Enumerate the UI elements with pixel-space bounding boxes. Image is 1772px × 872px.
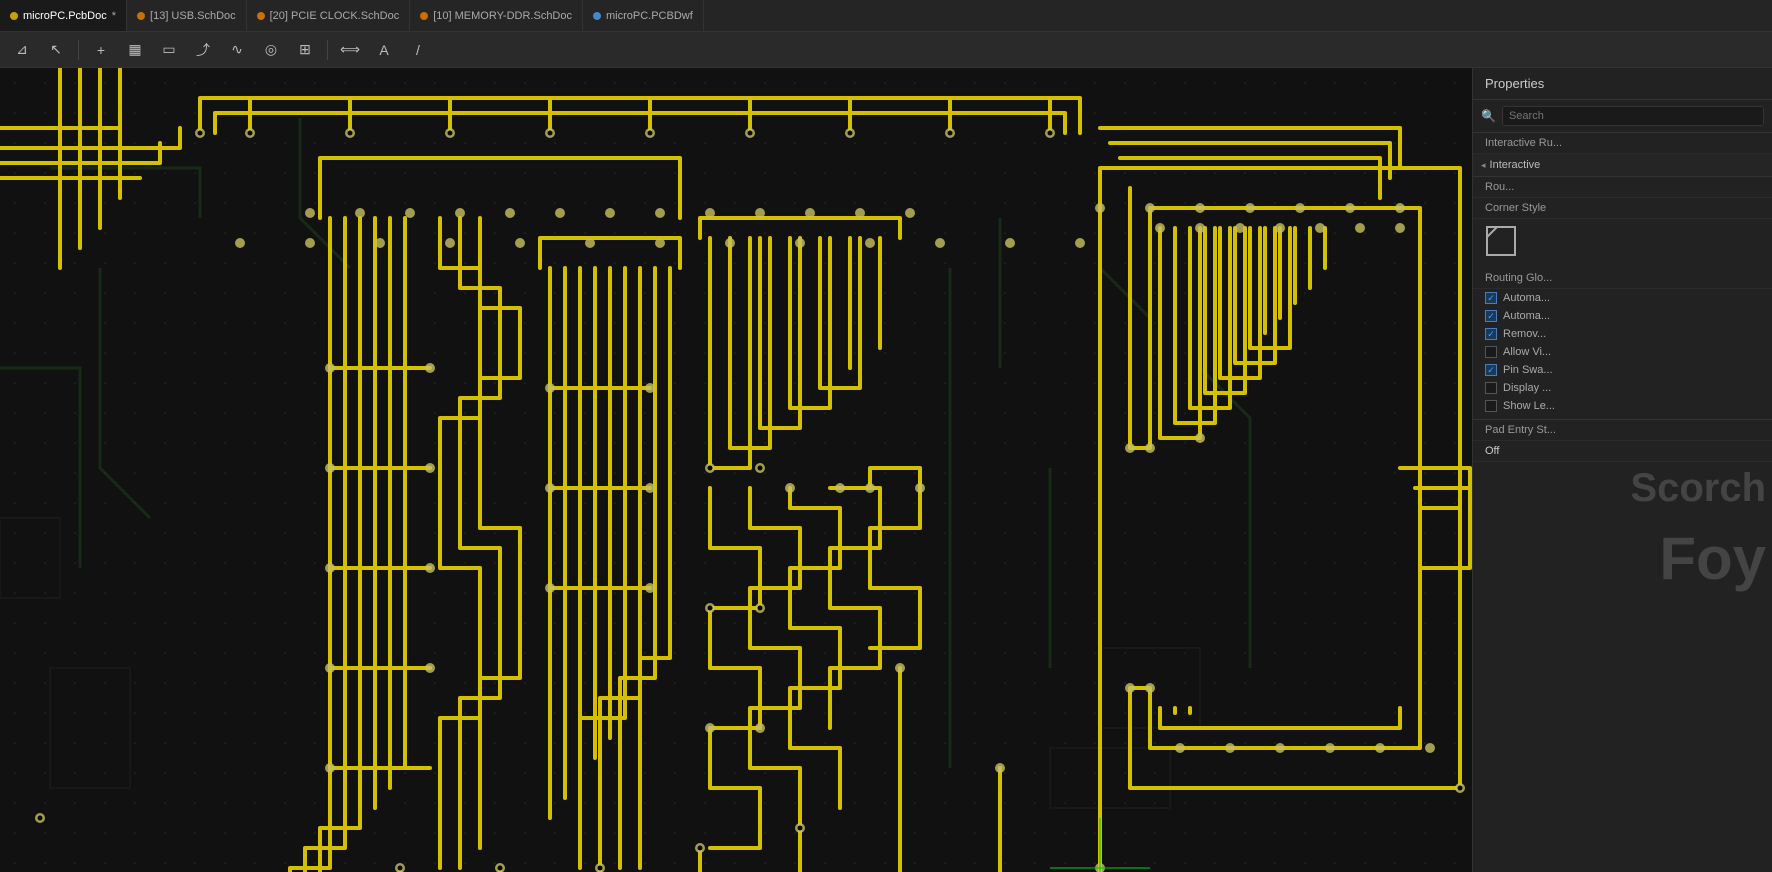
tool-select[interactable]: ↖ bbox=[42, 37, 70, 63]
checkbox-automate2[interactable]: ✓ Automa... bbox=[1473, 307, 1772, 325]
pad-entry-value: Off bbox=[1485, 445, 1499, 457]
label-pin-swap: Pin Swa... bbox=[1503, 364, 1553, 376]
tab-usb[interactable]: [13] USB.SchDoc bbox=[127, 0, 247, 31]
checkbox-display[interactable]: Display ... bbox=[1473, 379, 1772, 397]
check-remove: ✓ bbox=[1485, 328, 1497, 340]
routing-gloss-label: Routing Glo... bbox=[1485, 272, 1760, 284]
tab-pcbdoc[interactable]: microPC.PcbDoc * bbox=[0, 0, 127, 31]
tab-pcie[interactable]: [20] PCIE CLOCK.SchDoc bbox=[247, 0, 411, 31]
tab-dot-pcie bbox=[257, 12, 265, 20]
watermark-area: Scorch Foy bbox=[1473, 462, 1772, 872]
interactive-section-header[interactable]: ◂ Interactive bbox=[1473, 154, 1772, 177]
tool-rect[interactable]: ▭ bbox=[155, 37, 183, 63]
label-remove: Remov... bbox=[1503, 328, 1546, 340]
search-input[interactable] bbox=[1502, 106, 1764, 126]
tool-filter[interactable]: ⊿ bbox=[8, 37, 36, 63]
tab-pcbdwf[interactable]: microPC.PCBDwf bbox=[583, 0, 704, 31]
scorch-label: Scorch bbox=[1624, 462, 1772, 514]
tool-text[interactable]: A bbox=[370, 37, 398, 63]
label-automate1: Automa... bbox=[1503, 292, 1550, 304]
interactive-router-label: Interactive Ru... bbox=[1485, 137, 1760, 149]
checkbox-allow-via[interactable]: Allow Vi... bbox=[1473, 343, 1772, 361]
toolbar-separator-2 bbox=[327, 40, 328, 60]
tab-label-pcie: [20] PCIE CLOCK.SchDoc bbox=[270, 10, 400, 22]
pad-entry-value-row: Off bbox=[1473, 441, 1772, 462]
interactive-router-row: Interactive Ru... bbox=[1473, 133, 1772, 154]
tool-pad[interactable]: ⊞ bbox=[291, 37, 319, 63]
routing-gloss-row: Routing Glo... bbox=[1473, 268, 1772, 289]
checkbox-pin-swap[interactable]: ✓ Pin Swa... bbox=[1473, 361, 1772, 379]
tab-label-pcbdwf: microPC.PCBDwf bbox=[606, 10, 693, 22]
corner-style-box bbox=[1473, 219, 1772, 268]
pcb-svg bbox=[0, 68, 1472, 872]
toolbar-separator-1 bbox=[78, 40, 79, 60]
routing-mode-row: Rou... bbox=[1473, 177, 1772, 198]
label-allow-via: Allow Vi... bbox=[1503, 346, 1551, 358]
tool-route[interactable]: ∿ bbox=[223, 37, 251, 63]
routing-mode-label: Rou... bbox=[1485, 181, 1760, 193]
checkbox-remove[interactable]: ✓ Remov... bbox=[1473, 325, 1772, 343]
main-area: Properties 🔍 Interactive Ru... ◂ Interac… bbox=[0, 68, 1772, 872]
properties-panel: Properties 🔍 Interactive Ru... ◂ Interac… bbox=[1472, 68, 1772, 872]
check-automate2: ✓ bbox=[1485, 310, 1497, 322]
tool-wire[interactable]: ⤴ bbox=[189, 37, 217, 63]
tool-chart[interactable]: ▦ bbox=[121, 37, 149, 63]
label-display: Display ... bbox=[1503, 382, 1551, 394]
search-icon: 🔍 bbox=[1481, 109, 1496, 123]
check-pin-swap: ✓ bbox=[1485, 364, 1497, 376]
pad-entry-label: Pad Entry St... bbox=[1485, 424, 1760, 436]
check-automate1: ✓ bbox=[1485, 292, 1497, 304]
label-show-le: Show Le... bbox=[1503, 400, 1555, 412]
label-automate2: Automa... bbox=[1503, 310, 1550, 322]
chevron-icon: ◂ bbox=[1481, 160, 1486, 171]
tab-memory[interactable]: [10] MEMORY-DDR.SchDoc bbox=[410, 0, 583, 31]
corner-style-preview bbox=[1485, 225, 1517, 257]
toolbar: ⊿ ↖ + ▦ ▭ ⤴ ∿ ◎ ⊞ ⟺ A / bbox=[0, 32, 1772, 68]
tab-modified-pcbdoc: * bbox=[112, 10, 116, 22]
tool-line[interactable]: / bbox=[404, 37, 432, 63]
tab-bar: microPC.PcbDoc * [13] USB.SchDoc [20] PC… bbox=[0, 0, 1772, 32]
pcb-canvas[interactable] bbox=[0, 68, 1472, 872]
panel-title: Properties bbox=[1473, 68, 1772, 100]
pad-entry-row: Pad Entry St... bbox=[1473, 419, 1772, 441]
search-box: 🔍 bbox=[1473, 100, 1772, 133]
foy-label: Foy bbox=[1653, 522, 1772, 596]
tool-via[interactable]: ◎ bbox=[257, 37, 285, 63]
checkbox-automate1[interactable]: ✓ Automa... bbox=[1473, 289, 1772, 307]
tab-dot-usb bbox=[137, 12, 145, 20]
tab-dot-memory bbox=[420, 12, 428, 20]
tab-dot-pcbdwf bbox=[593, 12, 601, 20]
check-allow-via bbox=[1485, 346, 1497, 358]
tab-dot-pcbdoc bbox=[10, 12, 18, 20]
tool-add[interactable]: + bbox=[87, 37, 115, 63]
tab-label-usb: [13] USB.SchDoc bbox=[150, 10, 236, 22]
tab-label-memory: [10] MEMORY-DDR.SchDoc bbox=[433, 10, 572, 22]
tool-measure[interactable]: ⟺ bbox=[336, 37, 364, 63]
interactive-section-label: Interactive bbox=[1490, 159, 1541, 171]
check-show-le bbox=[1485, 400, 1497, 412]
checkbox-show-le[interactable]: Show Le... bbox=[1473, 397, 1772, 415]
corner-style-row: Corner Style bbox=[1473, 198, 1772, 219]
corner-style-label: Corner Style bbox=[1485, 202, 1760, 214]
check-display bbox=[1485, 382, 1497, 394]
tab-label-pcbdoc: microPC.PcbDoc bbox=[23, 10, 107, 22]
